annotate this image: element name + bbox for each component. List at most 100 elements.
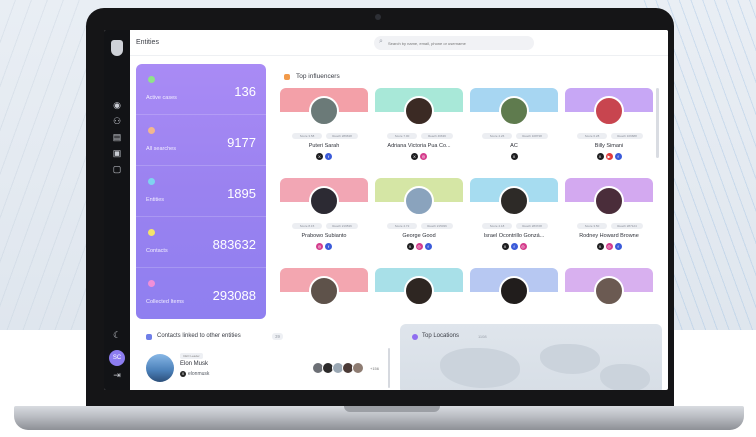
scrollbar[interactable] (656, 88, 659, 158)
x-icon[interactable]: X (501, 243, 509, 250)
stat-all-searches[interactable]: All searches 9177 (136, 115, 266, 166)
globe-icon[interactable]: ◉ (112, 100, 122, 110)
influencer-card[interactable]: Score 4.18 Reach 283728 Israel Ocontrillo … (470, 178, 558, 266)
influencer-card[interactable] (375, 268, 463, 319)
x-icon[interactable]: X (510, 153, 518, 160)
reach-badge: Reach 219536 (326, 223, 358, 229)
stat-value: 883632 (212, 237, 256, 252)
influencer-card[interactable]: Score 4.26 Reach 108738 AC X (470, 88, 558, 176)
contact-avatar[interactable] (146, 354, 174, 382)
collected-items-icon (148, 280, 155, 287)
briefcase-icon[interactable]: ▣ (112, 148, 122, 158)
map-land (540, 344, 600, 374)
instagram-icon[interactable]: ◎ (605, 243, 613, 250)
influencer-name: Billy Simani (594, 143, 624, 149)
top-influencers-panel: Top influencers Score 3.58 Reach 289638 Pu… (272, 64, 662, 319)
score-badge: Score 4.26 (482, 133, 512, 139)
app-logo[interactable] (111, 40, 123, 56)
moon-icon[interactable]: ☾ (112, 330, 122, 340)
influencer-avatar[interactable] (594, 186, 624, 216)
influencer-card[interactable] (280, 268, 368, 319)
card-badges: Score 8.15 Reach 219536 (288, 223, 360, 229)
influencer-card[interactable]: Score 3.50 Reach 287124 Rodney Howard Brow… (565, 178, 653, 266)
stat-active-cases[interactable]: Active cases 136 (136, 64, 266, 115)
scrollbar[interactable] (388, 348, 390, 388)
facebook-icon[interactable]: f (614, 243, 622, 250)
score-badge: Score 3.50 (577, 223, 607, 229)
contact-handle[interactable]: elonmusk (188, 371, 209, 377)
contact-name[interactable]: Elon Musk (180, 361, 208, 367)
card-badges: Score 3.50 Reach 287124 (573, 223, 645, 229)
stats-panel: Active cases 136 All searches 9177 Entit… (136, 64, 266, 319)
x-icon[interactable]: X (596, 243, 604, 250)
influencer-avatar[interactable] (499, 276, 529, 306)
laptop-base (14, 406, 744, 430)
influencer-name: Rodney Howard Browne (579, 233, 639, 239)
search-bar[interactable]: ⌕ (374, 36, 534, 50)
search-icon: ⌕ (379, 38, 383, 45)
stat-value: 136 (234, 84, 256, 99)
panel-title: Top Locations (422, 333, 460, 339)
influencer-avatar[interactable] (594, 96, 624, 126)
map-land (600, 364, 650, 390)
influencer-card[interactable]: Score 4.72 Reach 215036 George Good X ◎ f (375, 178, 463, 266)
influencer-card[interactable]: Score 8.15 Reach 219536 Prabowo Subianto ◎ f (280, 178, 368, 266)
social-icons: ◎ f (280, 243, 368, 251)
instagram-icon[interactable]: ◎ (519, 243, 527, 250)
influencer-card[interactable]: Score 7.00 Reach 46636 Adriana Victoria Pu… (375, 88, 463, 176)
logout-icon[interactable]: ⇥ (112, 370, 122, 380)
youtube-icon[interactable]: ▶ (605, 153, 613, 160)
facebook-icon[interactable]: f (510, 243, 518, 250)
stat-collected-items[interactable]: Collected Items 293088 (136, 268, 266, 319)
report-icon[interactable]: ▢ (112, 164, 122, 174)
map-land (440, 348, 520, 388)
card-badges: Score 4.26 Reach 108738 (478, 133, 550, 139)
users-icon[interactable]: ⚇ (112, 116, 122, 126)
top-locations-panel: Top Locations 1108 (400, 324, 662, 390)
stat-label: Collected Items (146, 299, 184, 305)
page-title: Entities (136, 39, 159, 46)
document-icon[interactable]: ▤ (112, 132, 122, 142)
influencer-card[interactable]: Score 3.58 Reach 289638 Puteri Sarah Xf (280, 88, 368, 176)
instagram-icon[interactable]: ◎ (316, 243, 323, 250)
influencer-card[interactable] (565, 268, 653, 319)
influencer-avatar[interactable] (309, 186, 339, 216)
influencer-avatar[interactable] (404, 96, 434, 126)
facebook-icon[interactable]: f (424, 243, 432, 250)
x-icon[interactable]: X (596, 153, 604, 160)
instagram-icon[interactable]: ◎ (415, 243, 423, 250)
stat-contacts[interactable]: Contacts 883632 (136, 217, 266, 268)
searches-icon (148, 127, 155, 134)
influencer-avatar[interactable] (594, 276, 624, 306)
influencer-avatar[interactable] (499, 96, 529, 126)
instagram-icon[interactable]: ◎ (420, 153, 427, 160)
x-icon[interactable]: X (316, 153, 323, 160)
influencer-card[interactable]: Score 6.28 Reach 166688 Billy Simani X ▶ f (565, 88, 653, 176)
count-badge: 39 (272, 333, 284, 340)
influencer-avatar[interactable] (404, 186, 434, 216)
stat-entities[interactable]: Entities 1895 (136, 166, 266, 217)
panel-title: Top influencers (296, 73, 340, 80)
stat-value: 9177 (227, 135, 256, 150)
influencer-name: Adriana Victoria Pua Co... (387, 143, 451, 149)
more-count[interactable]: +156 (370, 366, 379, 371)
x-icon[interactable]: X (406, 243, 414, 250)
influencer-avatar[interactable] (309, 276, 339, 306)
influencer-card[interactable] (470, 268, 558, 319)
facebook-icon[interactable]: f (325, 243, 332, 250)
facebook-icon[interactable]: f (325, 153, 332, 160)
background-lines-left (0, 0, 90, 330)
x-icon[interactable]: X (411, 153, 418, 160)
influencer-avatar[interactable] (309, 96, 339, 126)
facebook-icon[interactable]: f (614, 153, 622, 160)
app-screen: ◉ ⚇ ▤ ▣ ▢ ☾ SC ⇥ Entities ⌕ Active cases… (104, 30, 668, 390)
stat-value: 293088 (212, 288, 256, 303)
count-badge: 1108 (478, 334, 487, 339)
user-avatar[interactable]: SC (109, 350, 125, 366)
influencer-avatar[interactable] (499, 186, 529, 216)
social-icons: X ◎ f (565, 243, 653, 251)
linked-avatar[interactable] (352, 362, 364, 374)
score-badge: Score 8.15 (292, 223, 322, 229)
search-input[interactable] (388, 38, 528, 48)
influencer-avatar[interactable] (404, 276, 434, 306)
